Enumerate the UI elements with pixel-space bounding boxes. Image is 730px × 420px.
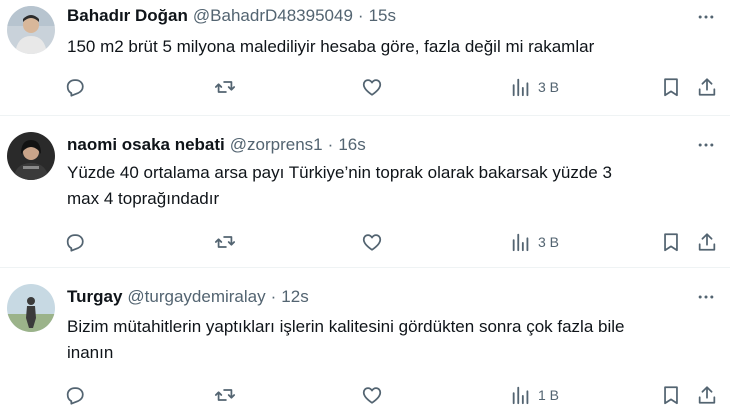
more-button[interactable] <box>694 136 718 154</box>
avatar[interactable] <box>7 132 55 180</box>
tweet-text: Bizim mütahitlerin yaptıkları işlerin ka… <box>67 314 717 366</box>
reply-icon <box>66 387 84 405</box>
tweet-text-line: 150 m2 brüt 5 milyona malediliyir hesaba… <box>67 37 595 56</box>
more-button[interactable] <box>694 8 718 26</box>
like-button[interactable] <box>361 228 383 256</box>
tweet-text: 150 m2 brüt 5 milyona malediliyir hesaba… <box>67 34 717 60</box>
bookmark-button[interactable] <box>660 228 682 256</box>
tweet-text-line: inanın <box>67 343 114 362</box>
separator-dot: · <box>357 6 364 25</box>
tweet[interactable]: Bahadır Doğan @BahadrD48395049 · 15s 150… <box>0 0 730 116</box>
retweet-button[interactable] <box>214 381 236 409</box>
retweet-icon <box>214 389 236 401</box>
like-button[interactable] <box>361 381 383 409</box>
views-analytics-icon <box>512 233 529 252</box>
author-name[interactable]: Turgay <box>67 287 122 307</box>
more-horizontal-icon <box>698 15 714 19</box>
tweet-text-line: max 4 toprağındadır <box>67 189 220 208</box>
tweet-header: naomi osaka nebati @zorprens1 · 16s <box>67 134 366 156</box>
tweet-header: Bahadır Doğan @BahadrD48395049 · 15s <box>67 5 396 27</box>
author-name[interactable]: Bahadır Doğan <box>67 6 188 26</box>
more-horizontal-icon <box>698 295 714 299</box>
tweet[interactable]: Turgay @turgaydemiralay · 12s Bizim müta… <box>0 268 730 420</box>
author-name[interactable]: naomi osaka nebati <box>67 135 225 155</box>
author-handle[interactable]: @turgaydemiralay <box>127 287 265 307</box>
bookmark-button[interactable] <box>660 73 682 101</box>
like-heart-icon <box>362 234 382 251</box>
tweet-header: Turgay @turgaydemiralay · 12s <box>67 286 309 308</box>
bookmark-button[interactable] <box>660 381 682 409</box>
views-count: 3 B <box>538 79 560 95</box>
avatar[interactable] <box>7 284 55 332</box>
views-analytics-icon <box>512 386 529 405</box>
separator-dot: · <box>270 287 277 306</box>
timestamp[interactable]: 16s <box>338 135 365 155</box>
bookmark-icon <box>664 78 678 97</box>
views-count: 3 B <box>538 234 560 250</box>
reply-button[interactable] <box>64 73 86 101</box>
timestamp[interactable]: 12s <box>281 287 308 307</box>
retweet-button[interactable] <box>214 73 236 101</box>
tweet-text: Yüzde 40 ortalama arsa payı Türkiye’nin … <box>67 160 717 212</box>
reply-button[interactable] <box>64 381 86 409</box>
views-button[interactable]: 1 B <box>510 381 559 409</box>
views-analytics-icon <box>512 78 529 97</box>
share-button[interactable] <box>696 381 718 409</box>
share-button[interactable] <box>696 228 718 256</box>
reply-icon <box>66 79 84 97</box>
timestamp[interactable]: 15s <box>369 6 396 26</box>
like-heart-icon <box>362 79 382 96</box>
like-heart-icon <box>362 387 382 404</box>
tweet-actions: 3 B <box>64 73 724 101</box>
share-button[interactable] <box>696 73 718 101</box>
share-icon <box>698 386 716 404</box>
tweet-text-line: Bizim mütahitlerin yaptıkları işlerin ka… <box>67 317 625 336</box>
author-handle[interactable]: @BahadrD48395049 <box>193 6 353 26</box>
tweet-text-line: Yüzde 40 ortalama arsa payı Türkiye’nin … <box>67 163 612 182</box>
like-button[interactable] <box>361 73 383 101</box>
share-icon <box>698 78 716 96</box>
reply-icon <box>66 234 84 252</box>
author-handle[interactable]: @zorprens1 <box>230 135 323 155</box>
more-button[interactable] <box>694 288 718 306</box>
share-icon <box>698 233 716 251</box>
tweet[interactable]: naomi osaka nebati @zorprens1 · 16s Yüzd… <box>0 116 730 268</box>
avatar[interactable] <box>7 6 55 54</box>
retweet-icon <box>214 236 236 248</box>
views-count: 1 B <box>538 387 560 403</box>
tweet-feed: Bahadır Doğan @BahadrD48395049 · 15s 150… <box>0 0 730 420</box>
tweet-actions: 1 B <box>64 381 724 409</box>
views-button[interactable]: 3 B <box>510 73 559 101</box>
reply-button[interactable] <box>64 228 86 256</box>
bookmark-icon <box>664 386 678 405</box>
tweet-actions: 3 B <box>64 228 724 256</box>
retweet-icon <box>214 81 236 93</box>
bookmark-icon <box>664 233 678 252</box>
views-button[interactable]: 3 B <box>510 228 559 256</box>
retweet-button[interactable] <box>214 228 236 256</box>
separator-dot: · <box>327 135 334 154</box>
more-horizontal-icon <box>698 143 714 147</box>
